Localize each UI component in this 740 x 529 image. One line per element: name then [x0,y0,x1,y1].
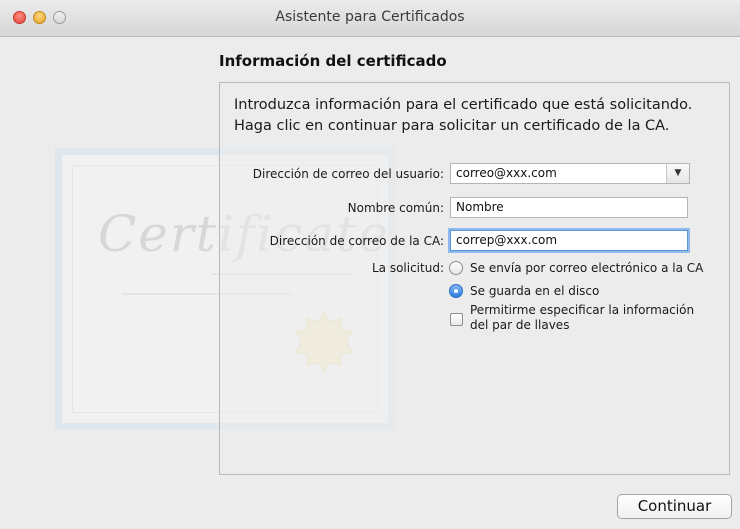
ca-email-field[interactable]: correp@xxx.com [450,230,688,251]
window-title: Asistente para Certificados [275,9,465,25]
continue-button[interactable]: Continuar [617,494,732,519]
keypair-info-label-line1[interactable]: Permitirme especificar la información [470,303,694,317]
send-by-email-radio[interactable] [449,261,463,275]
send-by-email-option-label[interactable]: Se envía por correo electrónico a la CA [470,261,703,275]
keypair-info-label-line2[interactable]: del par de llaves [470,318,569,332]
certificate-assistant-window: Asistente para Certificados Certificate … [0,0,740,529]
chevron-down-icon[interactable]: ▼ [666,164,689,183]
ca-email-label: Dirección de correo de la CA: [269,234,444,248]
form-panel [219,82,730,475]
user-email-combobox[interactable]: correo@xxx.com ▼ [450,163,690,184]
intro-text: Introduzca información para el certifica… [234,97,693,134]
common-name-label: Nombre común: [347,201,444,215]
save-to-disk-option-label[interactable]: Se guarda en el disco [470,284,599,298]
common-name-field[interactable]: Nombre [450,197,688,218]
save-to-disk-radio[interactable] [449,284,463,298]
section-title: Información del certificado [219,52,447,70]
user-email-value: correo@xxx.com [456,166,557,180]
keypair-info-checkbox[interactable] [450,313,463,326]
user-email-label: Dirección de correo del usuario: [252,167,444,181]
request-label: La solicitud: [371,261,444,275]
title-bar: Asistente para Certificados [0,0,740,37]
